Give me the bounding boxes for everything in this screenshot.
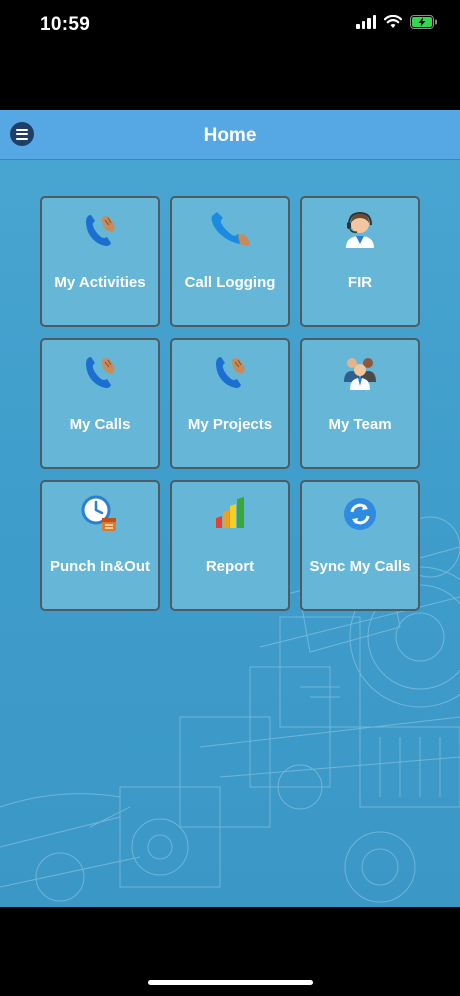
tile-label: My Team <box>328 416 392 433</box>
phone-hand-icon <box>78 350 122 394</box>
clock-calendar-icon <box>78 492 122 536</box>
tile-label: Punch In&Out <box>50 558 150 575</box>
tile-call-logging[interactable]: Call Logging <box>170 196 290 327</box>
tile-my-team[interactable]: My Team <box>300 338 420 469</box>
tile-label: Report <box>205 558 255 575</box>
sync-icon <box>338 492 382 536</box>
tile-report[interactable]: Report <box>170 480 290 611</box>
signal-icon <box>356 15 376 29</box>
tile-my-activities[interactable]: My Activities <box>40 196 160 327</box>
bar-chart-icon <box>208 492 252 536</box>
headset-agent-icon <box>338 208 382 252</box>
status-icons <box>356 15 438 29</box>
tile-label: Call Logging <box>184 274 276 291</box>
phone-hand-icon <box>208 350 252 394</box>
tile-my-calls[interactable]: My Calls <box>40 338 160 469</box>
phone-hand-icon <box>78 208 122 252</box>
team-people-icon <box>338 350 382 394</box>
tile-label: My Calls <box>69 416 131 433</box>
app-screen: Home My Activities Call Logging FIR My C… <box>0 110 460 907</box>
tile-fir[interactable]: FIR <box>300 196 420 327</box>
home-indicator[interactable] <box>148 980 313 985</box>
home-menu-grid: My Activities Call Logging FIR My Calls … <box>40 196 420 611</box>
page-title: Home <box>203 125 257 146</box>
status-time: 10:59 <box>40 14 91 35</box>
status-bar: 10:59 <box>0 0 460 50</box>
tile-punch-in-out[interactable]: Punch In&Out <box>40 480 160 611</box>
tile-label: My Projects <box>187 416 273 433</box>
tile-my-projects[interactable]: My Projects <box>170 338 290 469</box>
wifi-icon <box>384 15 402 29</box>
battery-charging-icon <box>410 15 438 29</box>
phone-handset-icon <box>208 208 252 252</box>
tile-label: Sync My Calls <box>309 558 411 575</box>
tile-label: FIR <box>347 274 373 291</box>
app-header: Home <box>0 110 460 160</box>
tile-label: My Activities <box>54 274 146 291</box>
tile-sync-my-calls[interactable]: Sync My Calls <box>300 480 420 611</box>
